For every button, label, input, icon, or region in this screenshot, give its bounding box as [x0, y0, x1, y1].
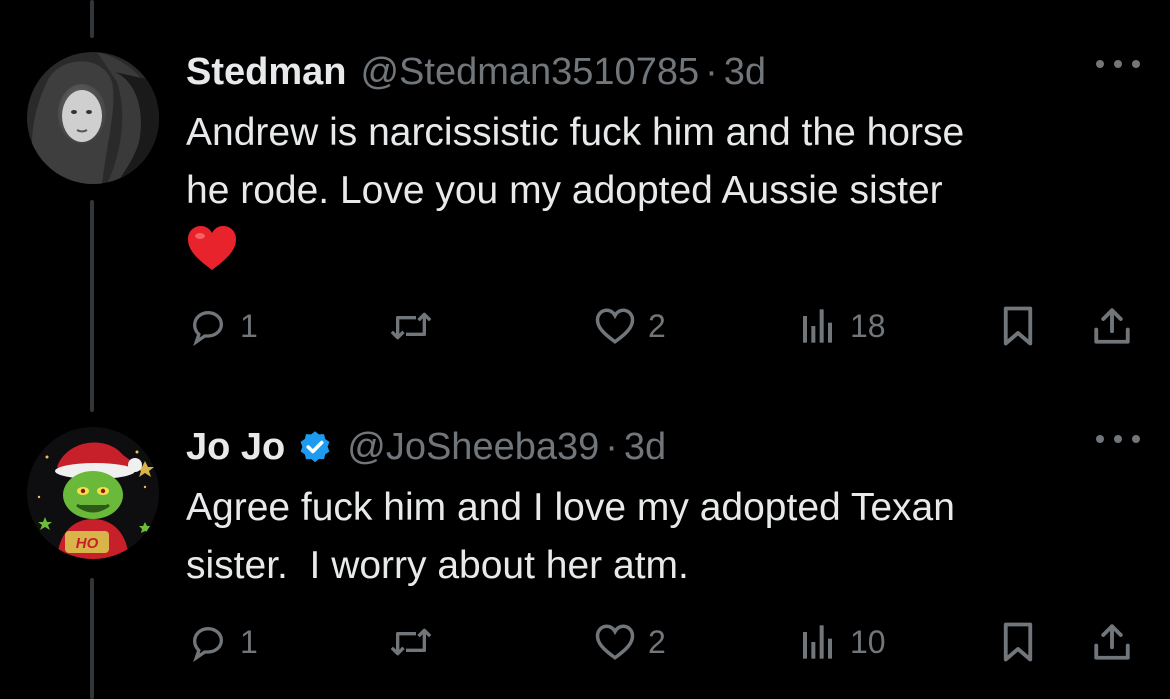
avatar[interactable]: HO — [27, 427, 159, 559]
red-heart-icon — [188, 226, 236, 270]
reply-button[interactable]: 1 — [188, 296, 258, 356]
tweet-header: Stedman @Stedman3510785 · 3d — [186, 42, 766, 102]
reply-button[interactable]: 1 — [188, 612, 258, 672]
retweet-button[interactable] — [388, 612, 434, 672]
like-count: 2 — [648, 307, 666, 344]
author-handle[interactable]: @Stedman3510785 — [360, 51, 699, 94]
reply-icon — [192, 310, 224, 346]
tweet-text-line: Agree fuck him and I love my adopted Tex… — [186, 486, 955, 529]
tweet-header: Jo Jo @JoSheeba39 · 3d — [186, 417, 666, 477]
avatar-text: HO — [76, 535, 99, 552]
retweet-icon — [390, 628, 432, 656]
action-bar: 1 2 18 — [0, 296, 1170, 356]
share-button[interactable] — [1090, 612, 1134, 672]
share-button[interactable] — [1090, 296, 1134, 356]
tweet-jojo[interactable]: HO Jo Jo @JoSheeba39 · 3d Agree fuck him… — [0, 417, 1170, 699]
timestamp[interactable]: 3d — [624, 426, 666, 469]
like-count: 2 — [648, 623, 666, 660]
verified-badge-icon — [300, 431, 330, 463]
retweet-icon — [390, 312, 432, 340]
analytics-icon — [803, 309, 832, 343]
tweet-text-line: sister. I worry about her atm. — [186, 544, 689, 587]
tweet-stedman[interactable]: Stedman @Stedman3510785 · 3d Andrew is n… — [0, 42, 1170, 382]
tweet-text-line: he rode. Love you my adopted Aussie sist… — [186, 169, 943, 212]
views-button[interactable]: 10 — [798, 612, 886, 672]
reply-icon — [192, 626, 224, 662]
view-count: 18 — [850, 307, 886, 344]
reply-count: 1 — [240, 307, 258, 344]
share-icon — [1094, 308, 1130, 344]
more-options-icon[interactable] — [1096, 429, 1140, 449]
bookmark-icon — [1003, 622, 1033, 662]
heart-icon — [595, 624, 635, 660]
view-count: 10 — [850, 623, 886, 660]
reply-count: 1 — [240, 623, 258, 660]
like-button[interactable]: 2 — [594, 612, 666, 672]
separator-dot: · — [605, 425, 618, 468]
bookmark-button[interactable] — [1000, 612, 1036, 672]
tweet-text: Andrew is narcissistic fuck him and the … — [186, 104, 1126, 284]
thread-line-top — [90, 0, 94, 38]
bookmark-button[interactable] — [1000, 296, 1036, 356]
action-bar: 1 2 10 — [0, 612, 1170, 672]
like-button[interactable]: 2 — [594, 296, 666, 356]
more-options-icon[interactable] — [1096, 54, 1140, 74]
avatar[interactable] — [27, 52, 159, 184]
timestamp[interactable]: 3d — [724, 51, 766, 94]
author-name[interactable]: Jo Jo — [186, 426, 285, 469]
retweet-button[interactable] — [388, 296, 434, 356]
bookmark-icon — [1003, 306, 1033, 346]
heart-icon — [595, 308, 635, 344]
author-name[interactable]: Stedman — [186, 51, 346, 94]
separator-dot: · — [705, 50, 718, 93]
woman-with-horse-avatar-icon — [27, 52, 159, 184]
tweet-text: Agree fuck him and I love my adopted Tex… — [186, 479, 1126, 595]
share-icon — [1094, 624, 1130, 660]
tweet-text-line: Andrew is narcissistic fuck him and the … — [186, 111, 965, 154]
views-button[interactable]: 18 — [798, 296, 886, 356]
heart-emoji — [186, 220, 1126, 284]
analytics-icon — [803, 625, 832, 659]
author-handle[interactable]: @JoSheeba39 — [347, 426, 599, 469]
grinch-santa-avatar-icon: HO — [27, 427, 159, 559]
